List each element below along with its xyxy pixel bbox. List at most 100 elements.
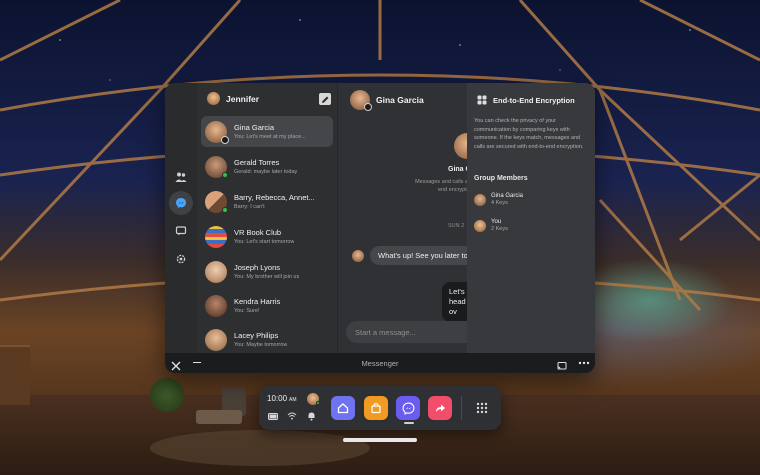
encryption-description: You can check the privacy of your commun… — [474, 118, 584, 150]
clock[interactable]: 10:00 AM — [267, 394, 297, 403]
chat-name: Joseph Lyons — [234, 263, 281, 272]
chat-item-kendra-harris[interactable]: Kendra Harris You: Sure! — [201, 290, 333, 321]
encryption-notice-line: end encrypti — [438, 187, 468, 193]
chat-name: Lacey Philips — [234, 331, 279, 340]
more-icon — [578, 361, 590, 365]
chat-item-lacey-philips[interactable]: Lacey Philips You: Maybe tomorrow — [201, 324, 333, 355]
user-name: Jennifer — [226, 93, 260, 104]
chat-item-gerald-torres[interactable]: Gerald Torres Gerald: maybe later today — [201, 151, 333, 182]
lock-icon — [221, 135, 229, 144]
chat-item-gina-garcia[interactable]: Gina Garcia You: Let's meet at my place..… — [201, 116, 333, 147]
chats-button[interactable] — [169, 191, 193, 215]
chat-item-joseph-lyons[interactable]: Joseph Lyons You: My brother will join us — [201, 256, 333, 287]
member-name: You — [491, 219, 502, 225]
encryption-notice-line: Messages and calls a — [415, 179, 468, 185]
chat-preview: You: Maybe tomorrow — [234, 342, 288, 348]
chat-preview: Gerald: maybe later today — [234, 169, 298, 175]
chat-name: Gina Garcia — [234, 123, 275, 132]
avatar — [205, 294, 227, 317]
more-button[interactable] — [578, 358, 590, 370]
store-app-button[interactable] — [364, 396, 388, 420]
lock-icon — [364, 103, 372, 111]
avatar — [205, 120, 229, 144]
message-bubble[interactable]: What's up! See you later tod — [370, 246, 480, 265]
user-header: Jennifer — [207, 92, 259, 105]
compose-button[interactable] — [319, 93, 331, 105]
bench — [196, 410, 242, 424]
online-indicator — [222, 206, 228, 213]
home-icon — [337, 403, 349, 414]
plant — [150, 378, 184, 412]
online-indicator — [222, 171, 228, 178]
clock-ampm: AM — [289, 397, 297, 403]
chat-item-vr-book-club[interactable]: VR Book Club You: Let's start tomorrow — [201, 221, 333, 252]
chat-name: Kendra Harris — [234, 297, 281, 306]
message-input[interactable]: Start a message... — [346, 321, 486, 343]
encryption-panel: End-to-End Encryption You can check the … — [467, 83, 595, 353]
grid-key-icon — [477, 95, 487, 105]
bell-icon[interactable] — [307, 411, 316, 421]
chat-preview: You: Let's start tomorrow — [234, 239, 295, 245]
member-gina-garcia[interactable]: Gina Garcia 4 Keys — [474, 193, 523, 206]
conversation-header[interactable]: Gina Garcia — [350, 90, 424, 111]
member-you[interactable]: You 2 Keys — [474, 219, 508, 232]
chat-preview: Barry: I can't — [234, 204, 265, 210]
people-button[interactable] — [169, 165, 193, 189]
messenger-icon — [402, 402, 414, 415]
active-app-indicator — [404, 422, 414, 424]
chat-bubble-icon — [175, 226, 187, 236]
cast-button[interactable] — [557, 358, 567, 373]
member-avatar — [474, 193, 486, 206]
dock-divider — [461, 396, 462, 420]
member-keys: 2 Keys — [491, 226, 508, 232]
rug — [150, 430, 370, 466]
avatar — [205, 260, 227, 283]
messenger-app-button[interactable] — [396, 396, 420, 420]
online-indicator — [316, 401, 320, 405]
contact-avatar — [350, 90, 372, 111]
window-title: Messenger — [361, 358, 399, 368]
chat-name: VR Book Club — [234, 228, 282, 237]
nav-rail — [165, 83, 197, 353]
messenger-icon — [176, 198, 186, 208]
profile-avatar[interactable] — [307, 393, 320, 405]
conversation-pane: Gina Garcia Gina G Messages and calls a … — [337, 83, 486, 353]
encryption-title: End-to-End Encryption — [477, 95, 575, 105]
settings-button[interactable] — [169, 247, 193, 271]
chat-item-group[interactable]: Barry, Rebecca, Annet... Barry: I can't — [201, 186, 333, 217]
avatar — [205, 155, 228, 178]
apps-grid-icon — [476, 402, 488, 414]
window-grab-handle[interactable] — [343, 438, 417, 442]
user-avatar[interactable] — [207, 92, 220, 105]
chat-name: Barry, Rebecca, Annet... — [234, 193, 315, 202]
encryption-notice: Messages and calls a end encrypti — [408, 178, 468, 194]
bookshelf — [0, 345, 30, 405]
cast-icon — [557, 362, 567, 370]
clock-time: 10:00 — [267, 394, 288, 403]
chat-preview: You: My brother will join us — [234, 274, 300, 280]
battery-icon[interactable] — [268, 413, 279, 420]
home-app-button[interactable] — [331, 396, 355, 420]
universal-menu-dock: 10:00 AM — [259, 386, 501, 430]
sender-avatar — [352, 249, 364, 262]
pencil-icon — [322, 96, 329, 103]
gear-icon — [176, 254, 186, 264]
messenger-window: Jennifer Gina Garcia You: Let's meet at m… — [165, 83, 595, 373]
group-avatar — [205, 190, 228, 213]
store-bag-icon — [371, 402, 381, 414]
app-library-button[interactable] — [470, 396, 494, 420]
timestamp: SUN 2 — [448, 223, 465, 229]
member-keys: 4 Keys — [491, 200, 508, 206]
chat-preview: You: Sure! — [234, 308, 260, 314]
incoming-message: What's up! See you later tod — [352, 246, 480, 265]
share-app-button[interactable] — [428, 396, 452, 420]
chat-name: Gerald Torres — [234, 158, 280, 167]
message-requests-button[interactable] — [169, 219, 193, 243]
encryption-title-text: End-to-End Encryption — [493, 95, 575, 105]
wifi-icon[interactable] — [287, 412, 297, 420]
window-footer: Messenger — [165, 353, 595, 373]
group-avatar — [205, 225, 227, 248]
member-avatar — [474, 219, 486, 232]
chat-preview: You: Let's meet at my place... — [234, 134, 306, 140]
member-name: Gina Garcia — [491, 193, 524, 199]
